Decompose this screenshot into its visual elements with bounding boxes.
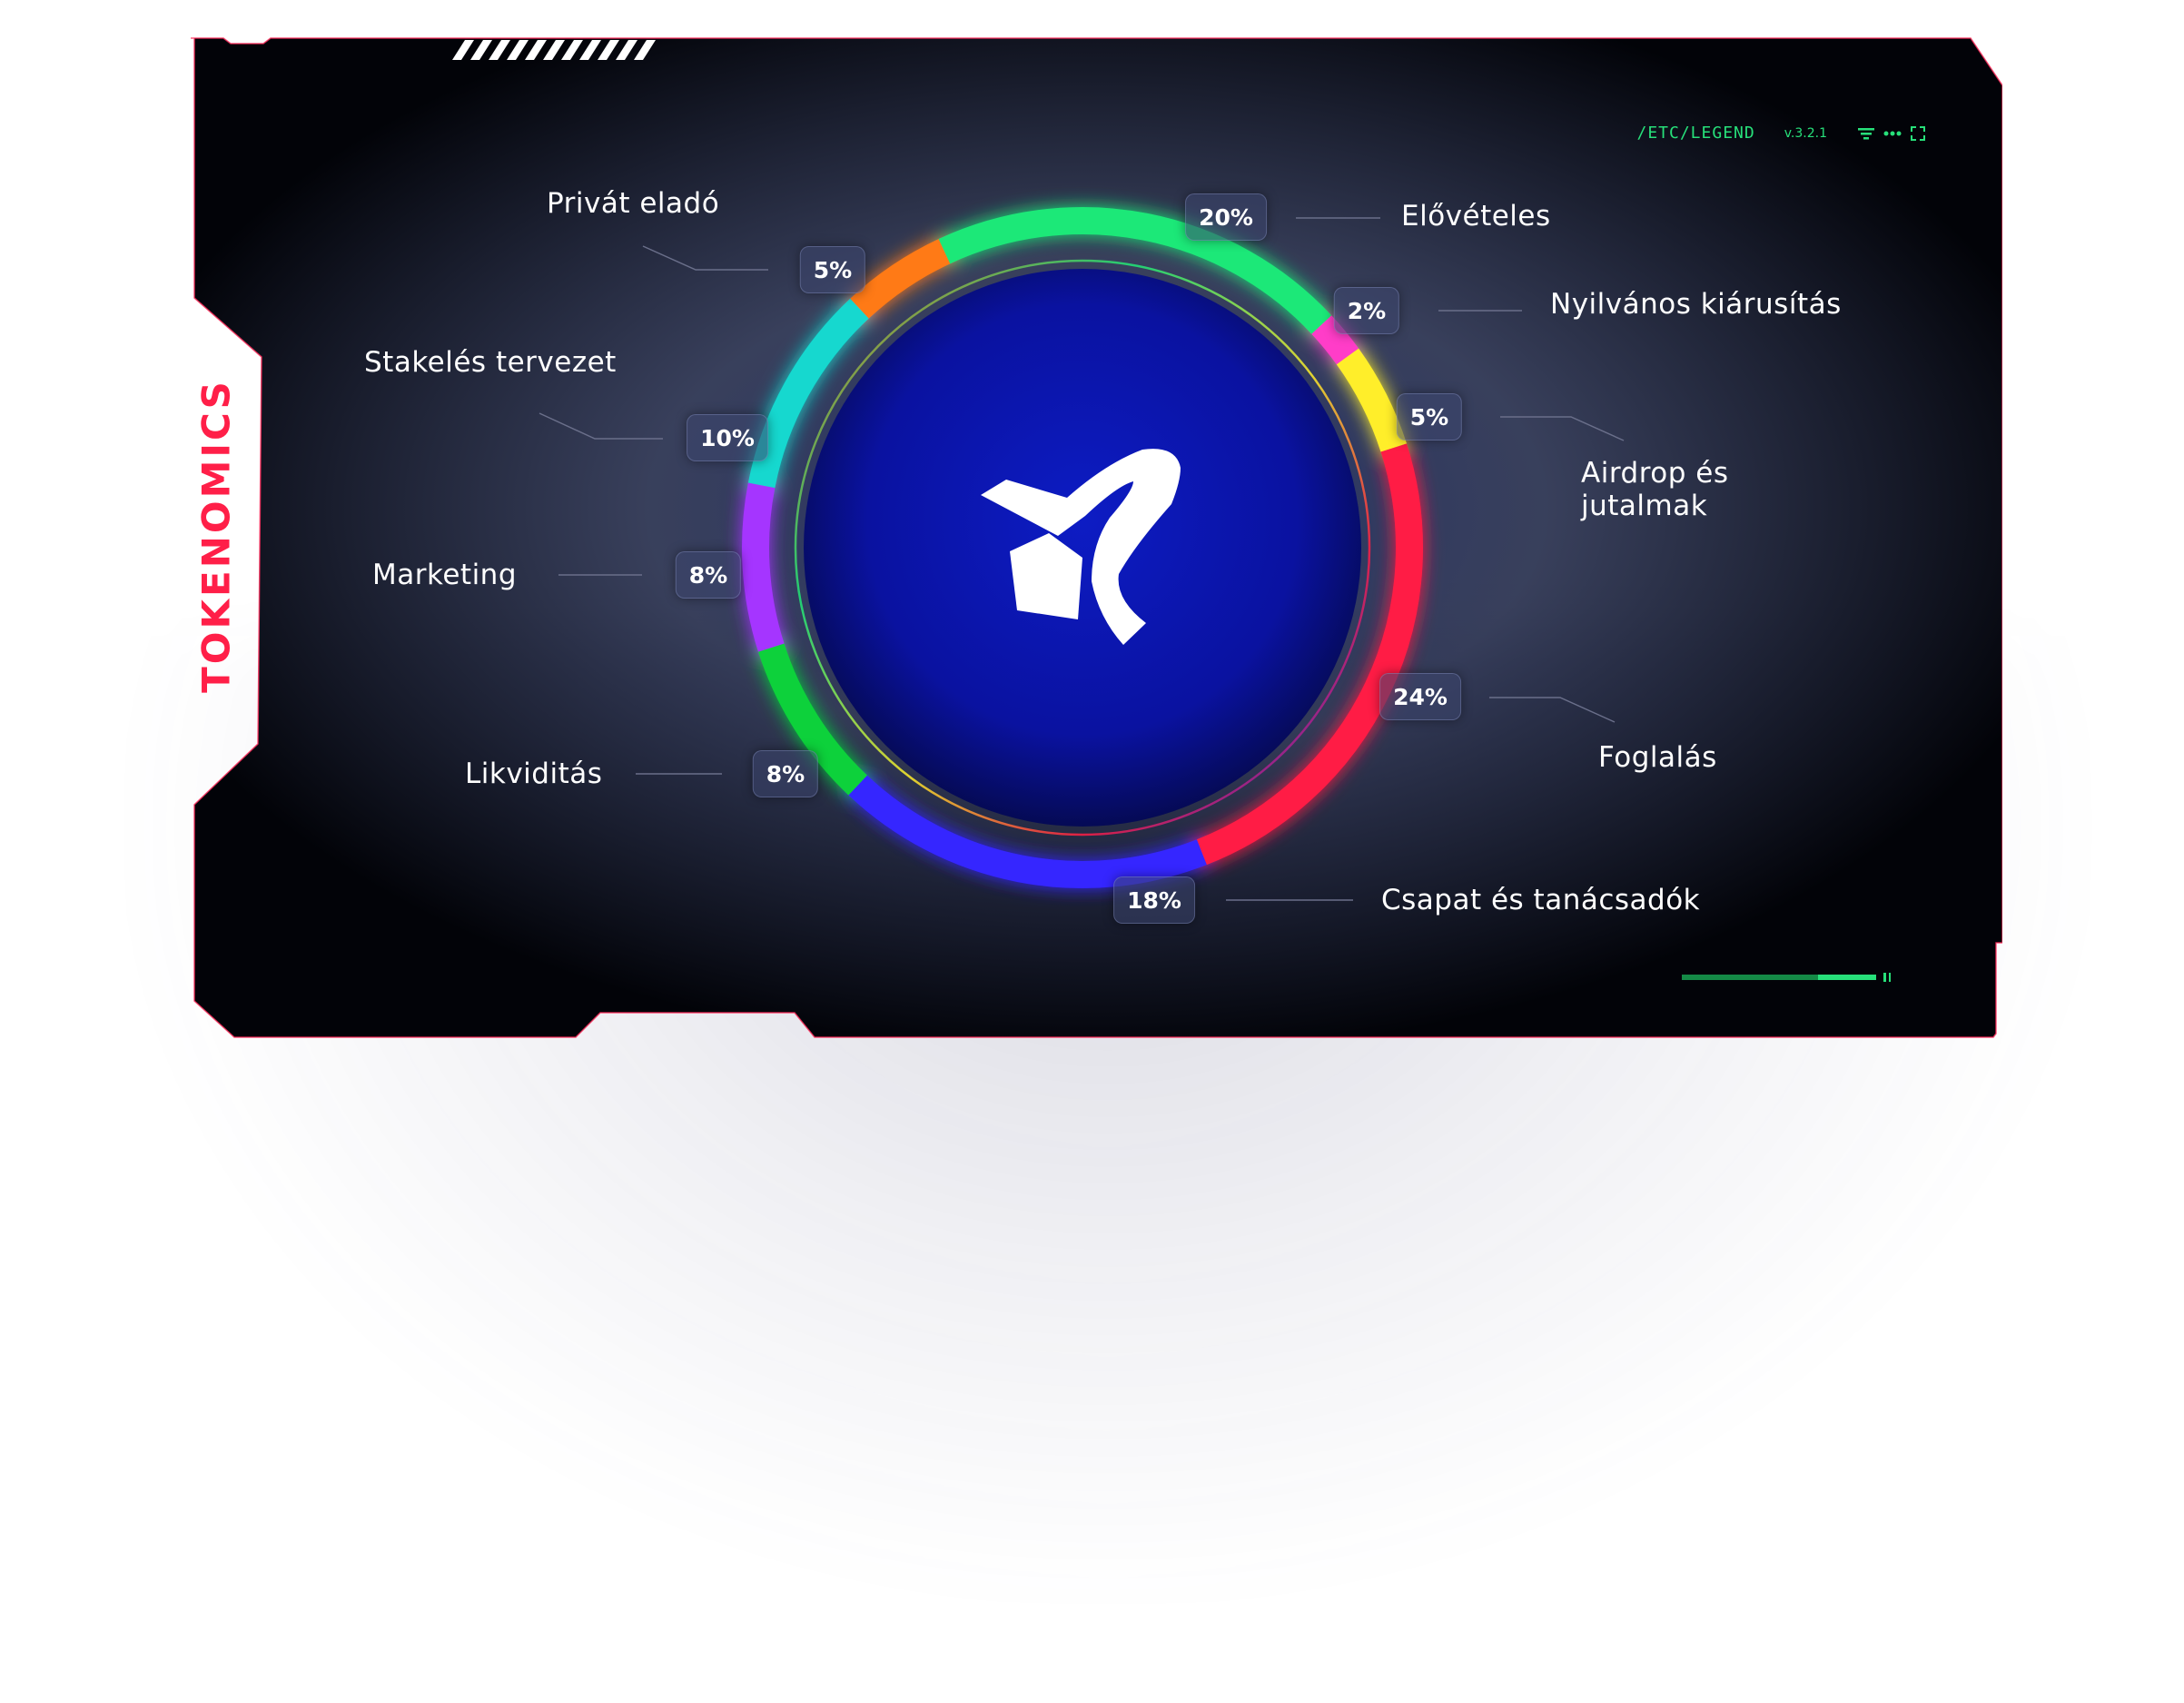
label-marketing: Marketing xyxy=(372,559,518,591)
label-privat: Privát eladó xyxy=(547,187,720,220)
badge-privat: 5% xyxy=(799,246,866,293)
badge-likviditas: 8% xyxy=(752,750,819,797)
badge-stakeles: 10% xyxy=(687,414,768,461)
label-csapat: Csapat és tanácsadók xyxy=(1381,884,1701,916)
tokenomics-donut-chart xyxy=(539,207,1625,901)
label-foglalas: Foglalás xyxy=(1598,741,1717,774)
label-airdrop: Airdrop és jutalmak xyxy=(1581,457,1729,522)
leader-stakeles xyxy=(539,412,663,440)
leader-privat xyxy=(642,245,768,271)
label-nyilvanos: Nyilvános kiárusítás xyxy=(1550,288,1842,321)
label-eloveteles: Elővételes xyxy=(1401,200,1551,233)
slice-2 xyxy=(1336,348,1408,452)
label-stakeles: Stakelés tervezet xyxy=(364,346,617,379)
slice-6 xyxy=(742,482,785,652)
badge-eloveteles: 20% xyxy=(1185,193,1267,241)
leader-airdrop xyxy=(1500,416,1625,441)
badge-foglalas: 24% xyxy=(1379,673,1461,720)
label-likviditas: Likviditás xyxy=(465,757,603,790)
leader-foglalas xyxy=(1489,697,1616,723)
inner-disc xyxy=(804,269,1361,827)
badge-nyilvanos: 2% xyxy=(1333,287,1400,334)
badge-marketing: 8% xyxy=(675,551,742,599)
badge-airdrop: 5% xyxy=(1396,393,1463,441)
badge-csapat: 18% xyxy=(1113,876,1195,924)
slice-8 xyxy=(850,239,951,319)
